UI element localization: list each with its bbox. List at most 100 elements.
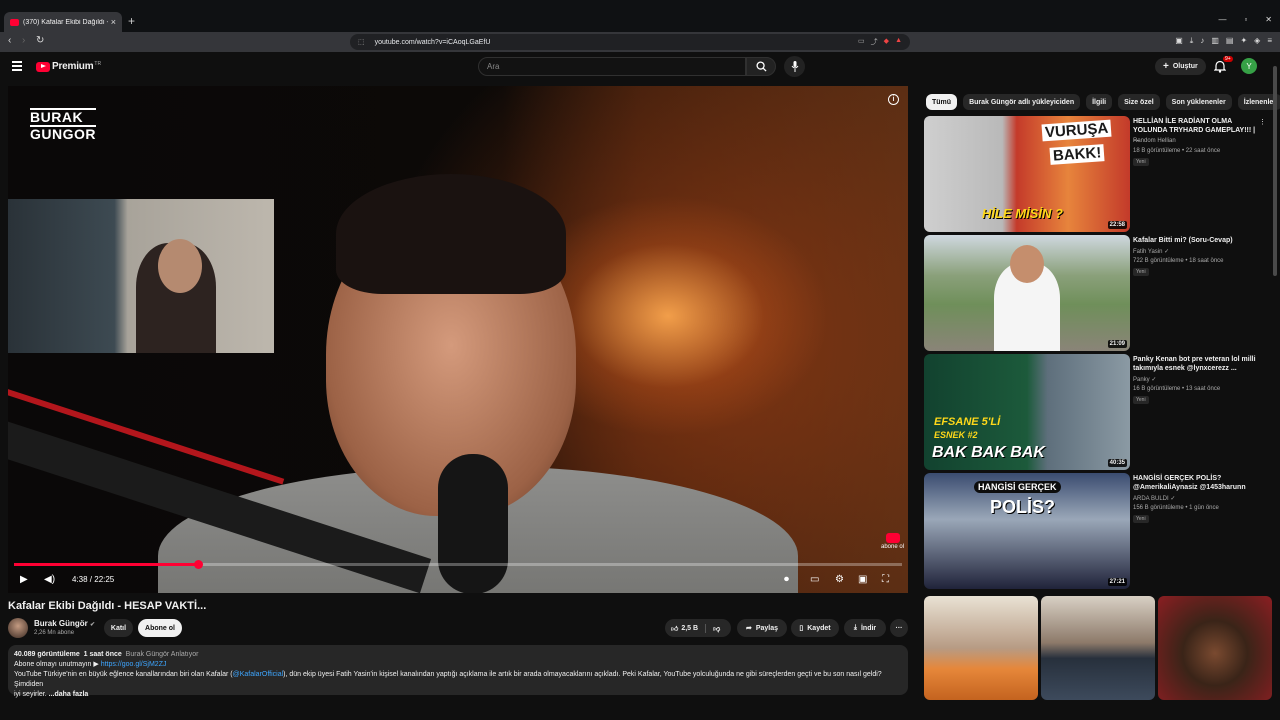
account-avatar[interactable]: Y xyxy=(1241,58,1257,74)
filter-chips: Tümü Burak Güngör adlı yükleyiciden İlgi… xyxy=(926,94,1280,110)
more-actions-button[interactable]: ··· xyxy=(890,619,908,637)
video-thumbnail[interactable]: HANGİSİ GERÇEK POLİS? 27:21 xyxy=(924,473,1130,589)
cast-icon[interactable]: ▭ xyxy=(858,37,865,47)
recommendation-item[interactable]: EFSANE 5'Lİ ESNEK #2 BAK BAK BAK 40:35 P… xyxy=(924,354,1264,470)
share-icon: ➦ xyxy=(745,625,752,632)
voice-search-button[interactable] xyxy=(784,56,805,77)
extensions-icon[interactable]: ✦ xyxy=(1240,36,1247,46)
browser-tab[interactable]: (370) Kafalar Ekibi Dağıldı - HESA × xyxy=(4,12,122,32)
forward-icon[interactable]: › xyxy=(22,35,25,46)
channel-name[interactable]: Fatih Yasin ✓ xyxy=(1133,248,1169,255)
join-button[interactable]: Katıl xyxy=(104,619,133,637)
subscribe-button[interactable]: Abone ol xyxy=(138,619,182,637)
description-box[interactable]: 40.089 görüntüleme 1 saat önce Burak Gün… xyxy=(8,645,908,698)
create-button[interactable]: + Oluştur xyxy=(1155,58,1206,75)
autoplay-toggle[interactable]: ⏺ xyxy=(784,574,789,585)
chip-related[interactable]: İlgili xyxy=(1086,94,1113,110)
recommendation-item[interactable]: VURUŞA BAKK! HİLE MİSİN ? 22:58 HELLİAN … xyxy=(924,116,1266,232)
reload-icon[interactable]: ↻ xyxy=(36,35,44,46)
share-page-icon[interactable]: ⤴ xyxy=(871,37,878,47)
short-thumbnail[interactable] xyxy=(924,596,1038,700)
sidebar-icon[interactable]: ▥ xyxy=(1211,36,1219,46)
short-thumbnail[interactable] xyxy=(1041,596,1155,700)
chip-from-uploader[interactable]: Burak Güngör adlı yükleyiciden xyxy=(963,94,1081,110)
back-icon[interactable]: ‹ xyxy=(8,35,11,46)
maximize-icon[interactable]: ▫ xyxy=(1244,15,1247,24)
thumbnail-text: BAK BAK BAK xyxy=(932,444,1045,461)
time-display: 4:38 / 22:25 xyxy=(72,575,115,584)
youtube-play-icon xyxy=(36,61,50,72)
recommendation-item[interactable]: HANGİSİ GERÇEK POLİS? 27:21 HANGİSİ GERÇ… xyxy=(924,473,1264,589)
url-field[interactable]: ⬚ youtube.com/watch?v=iCAoqLGaEfU ▭ ⤴ ◆ … xyxy=(350,34,910,50)
subscribe-watermark-text: abone ol xyxy=(881,544,905,550)
video-title[interactable]: Panky Kenan bot pre veteran lol milli ta… xyxy=(1133,355,1258,373)
screenshot-icon[interactable]: ▣ xyxy=(1175,36,1183,46)
search-input[interactable]: Ara xyxy=(478,57,746,76)
info-icon[interactable]: i xyxy=(888,94,899,105)
wallet-icon[interactable]: ▤ xyxy=(1226,36,1234,46)
progress-scrubber[interactable] xyxy=(193,560,203,569)
progress-bar[interactable] xyxy=(14,560,902,569)
fullscreen-icon[interactable]: ⛶ xyxy=(882,574,889,585)
description-line2: Abone olmayı unutmayın ▶ https://goo.gl/… xyxy=(14,660,902,670)
bookmark-icon[interactable]: ⬚ xyxy=(358,38,365,46)
search-button[interactable] xyxy=(746,57,776,76)
music-icon[interactable]: ♪ xyxy=(1200,36,1204,46)
download-icon[interactable]: ⤓ xyxy=(1190,36,1194,46)
chip-for-you[interactable]: Size özel xyxy=(1118,94,1160,110)
video-thumbnail[interactable]: 21:09 xyxy=(924,235,1130,351)
hamburger-menu-icon[interactable] xyxy=(12,61,22,73)
new-badge: Yeni xyxy=(1133,268,1149,276)
chip-all[interactable]: Tümü xyxy=(926,94,958,110)
description-line3: YouTube Türkiye'nin en büyük eğlence kan… xyxy=(14,670,902,690)
chip-recently-uploaded[interactable]: Son yüklenenler xyxy=(1165,94,1232,110)
channel-name[interactable]: Burak Güngör ✔ xyxy=(34,619,95,628)
settings-gear-icon[interactable]: ⚙ xyxy=(835,574,844,585)
browser-toolbar: ▣ ⤓ ♪ ▥ ▤ ✦ ◈ ≡ xyxy=(1175,36,1272,46)
video-title[interactable]: HANGİSİ GERÇEK POLİS? @AmerikaliAynasiz … xyxy=(1133,474,1258,492)
tab-close-icon[interactable]: × xyxy=(111,17,116,27)
view-count: 40.089 görüntüleme xyxy=(14,651,80,658)
video-title[interactable]: Kafalar Bitti mi? (Soru-Cevap) xyxy=(1133,236,1258,245)
video-title: Kafalar Ekibi Dağıldı - HESAP VAKTİ... xyxy=(8,600,207,612)
shield-icon[interactable]: ◈ xyxy=(1254,36,1260,46)
recommendation-item[interactable]: 21:09 Kafalar Bitti mi? (Soru-Cevap) Fat… xyxy=(924,235,1264,351)
subtitles-icon[interactable]: ▭ xyxy=(810,574,819,585)
youtube-logo[interactable]: Premium TR xyxy=(36,61,101,72)
subscribe-link[interactable]: https://goo.gl/SjM2ZJ xyxy=(101,661,167,668)
video-thumbnail[interactable]: VURUŞA BAKK! HİLE MİSİN ? 22:58 xyxy=(924,116,1130,232)
save-button[interactable]: ▯ Kaydet xyxy=(791,619,839,637)
download-button[interactable]: ⤓ İndir xyxy=(844,619,886,637)
more-options-icon[interactable]: ⋮ xyxy=(1259,118,1266,126)
like-button[interactable]: 👍︎ 2,5 B xyxy=(671,623,707,633)
menu-icon[interactable]: ≡ xyxy=(1267,36,1272,46)
video-person-hair xyxy=(336,174,566,294)
channel-name[interactable]: Panky ✓ xyxy=(1133,376,1156,383)
subscribe-watermark[interactable]: abone ol xyxy=(881,533,904,550)
miniplayer-icon[interactable]: ▣ xyxy=(858,574,867,585)
share-button[interactable]: ➦ Paylaş xyxy=(737,619,787,637)
notifications-button[interactable]: 9+ xyxy=(1213,56,1233,74)
show-more-link[interactable]: ...daha fazla xyxy=(49,691,89,698)
thumbnail-text: VURUŞA xyxy=(1041,119,1112,142)
minimize-icon[interactable]: — xyxy=(1218,15,1226,24)
vpn-icon[interactable]: ▲ xyxy=(895,37,902,47)
short-thumbnail[interactable] xyxy=(1158,596,1272,700)
channel-name[interactable]: Random Hellian xyxy=(1133,138,1176,144)
search-icon xyxy=(755,61,767,72)
close-window-icon[interactable]: ✕ xyxy=(1265,15,1272,24)
thumbs-down-icon[interactable]: 👎︎ xyxy=(713,624,720,633)
channel-name[interactable]: ARDA BULDI ✓ xyxy=(1133,495,1175,502)
video-player[interactable]: BURAK GUNGOR i abone ol ▶ ◀) 4:38 / 22:2… xyxy=(8,86,908,593)
volume-icon[interactable]: ◀) xyxy=(44,574,55,585)
scrollbar-thumb[interactable] xyxy=(1273,66,1277,276)
channel-mention-link[interactable]: @KafalarOfficial xyxy=(233,671,284,678)
extension-icon[interactable]: ◆ xyxy=(884,37,889,47)
play-icon[interactable]: ▶ xyxy=(20,574,28,585)
subscribe-reminder: Abone olmayı unutmayın ▶ xyxy=(14,661,99,668)
channel-avatar[interactable] xyxy=(8,618,28,638)
new-tab-button[interactable]: + xyxy=(128,14,135,28)
page-scrollbar[interactable] xyxy=(1272,56,1278,700)
video-thumbnail[interactable]: EFSANE 5'Lİ ESNEK #2 BAK BAK BAK 40:35 xyxy=(924,354,1130,470)
thumbnail-text: EFSANE 5'Lİ xyxy=(934,416,1001,428)
